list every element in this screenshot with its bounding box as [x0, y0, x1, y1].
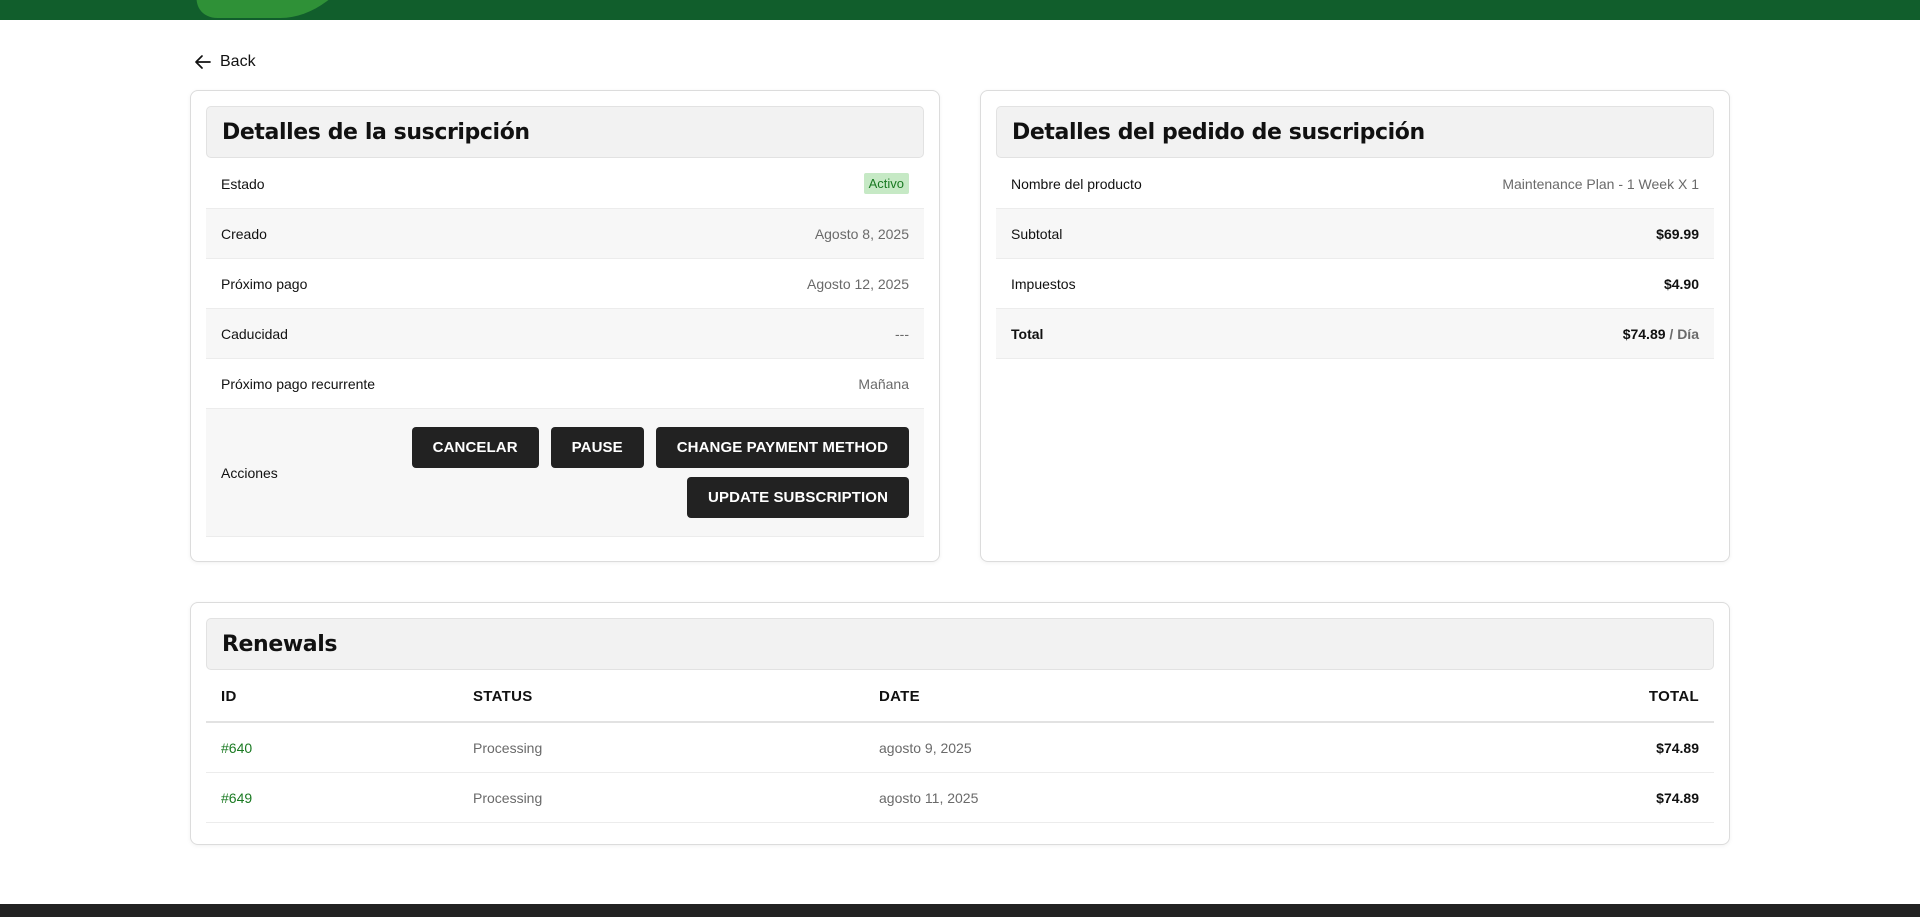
- column-header-id: ID: [206, 671, 458, 723]
- renewals-card: Renewals ID STATUS DATE TOTAL #640 Proce…: [190, 602, 1730, 845]
- back-link[interactable]: Back: [193, 50, 256, 74]
- subscription-details-title: Detalles de la suscripción: [206, 106, 924, 158]
- cancel-button[interactable]: CANCELAR: [411, 427, 539, 468]
- column-header-status: STATUS: [458, 671, 864, 723]
- renewal-status: Processing: [458, 772, 864, 823]
- pause-button[interactable]: PAUSE: [550, 427, 644, 468]
- detail-label: Creado: [221, 225, 267, 242]
- renewal-id-link[interactable]: #640: [221, 740, 252, 756]
- renewal-id-link[interactable]: #649: [221, 790, 252, 806]
- subscription-details-card: Detalles de la suscripción Estado Activo…: [190, 90, 940, 562]
- renewal-id-cell: #649: [206, 772, 458, 823]
- detail-label: Próximo pago: [221, 275, 308, 292]
- renewal-total: $74.89: [1364, 722, 1714, 773]
- order-label: Subtotal: [1011, 225, 1063, 242]
- order-total-value: $74.89 / Día: [1623, 326, 1699, 342]
- order-label: Impuestos: [1011, 275, 1076, 292]
- detail-label: Próximo pago recurrente: [221, 375, 376, 392]
- renewal-status: Processing: [458, 722, 864, 773]
- order-value: Maintenance Plan - 1 Week X 1: [1502, 175, 1699, 192]
- detail-label: Caducidad: [221, 325, 288, 342]
- brand-leaf-shape: [188, 0, 358, 18]
- detail-row-recurring: Próximo pago recurrente Mañana: [206, 359, 924, 409]
- detail-row-next-payment: Próximo pago Agosto 12, 2025: [206, 259, 924, 309]
- order-value: $69.99: [1656, 225, 1699, 242]
- renewal-total: $74.89: [1364, 772, 1714, 823]
- detail-row-expiry: Caducidad ---: [206, 309, 924, 359]
- renewals-title: Renewals: [206, 618, 1714, 670]
- renewal-id-cell: #640: [206, 722, 458, 773]
- detail-value: Agosto 12, 2025: [807, 275, 909, 292]
- detail-label: Acciones: [221, 464, 278, 481]
- renewals-table: ID STATUS DATE TOTAL #640 Processing ago…: [206, 671, 1714, 823]
- order-row-taxes: Impuestos $4.90: [996, 259, 1714, 309]
- renewal-date: agosto 11, 2025: [864, 772, 1364, 823]
- table-row: #649 Processing agosto 11, 2025 $74.89: [206, 772, 1714, 823]
- order-total-amount: $74.89: [1622, 325, 1666, 342]
- site-header-bar: [0, 0, 1920, 20]
- status-badge: Activo: [863, 173, 909, 194]
- detail-row-created: Creado Agosto 8, 2025: [206, 209, 924, 259]
- order-row-total: Total $74.89 / Día: [996, 309, 1714, 359]
- detail-row-status: Estado Activo: [206, 159, 924, 209]
- detail-value: Mañana: [858, 375, 909, 392]
- column-header-date: DATE: [864, 671, 1364, 723]
- order-label: Total: [1011, 325, 1044, 342]
- subscription-actions: CANCELAR PAUSE CHANGE PAYMENT METHOD UPD…: [411, 427, 909, 518]
- table-row: #640 Processing agosto 9, 2025 $74.89: [206, 722, 1714, 773]
- order-label: Nombre del producto: [1011, 175, 1142, 192]
- back-label: Back: [220, 53, 256, 70]
- order-row-subtotal: Subtotal $69.99: [996, 209, 1714, 259]
- order-details-card: Detalles del pedido de suscripción Nombr…: [980, 90, 1730, 562]
- table-header-row: ID STATUS DATE TOTAL: [206, 671, 1714, 723]
- change-payment-method-button[interactable]: CHANGE PAYMENT METHOD: [655, 427, 909, 468]
- arrow-left-icon: [193, 52, 213, 72]
- site-footer-bar: [0, 904, 1920, 917]
- detail-value: Agosto 8, 2025: [814, 225, 909, 242]
- detail-label: Estado: [221, 175, 265, 192]
- update-subscription-button[interactable]: UPDATE SUBSCRIPTION: [687, 477, 909, 518]
- detail-value: ---: [895, 325, 909, 342]
- renewal-date: agosto 9, 2025: [864, 722, 1364, 773]
- order-row-product: Nombre del producto Maintenance Plan - 1…: [996, 159, 1714, 209]
- column-header-total: TOTAL: [1364, 671, 1714, 723]
- order-details-title: Detalles del pedido de suscripción: [996, 106, 1714, 158]
- detail-row-actions: Acciones CANCELAR PAUSE CHANGE PAYMENT M…: [206, 409, 924, 537]
- order-value: $4.90: [1663, 275, 1699, 292]
- order-total-period: / Día: [1665, 325, 1699, 342]
